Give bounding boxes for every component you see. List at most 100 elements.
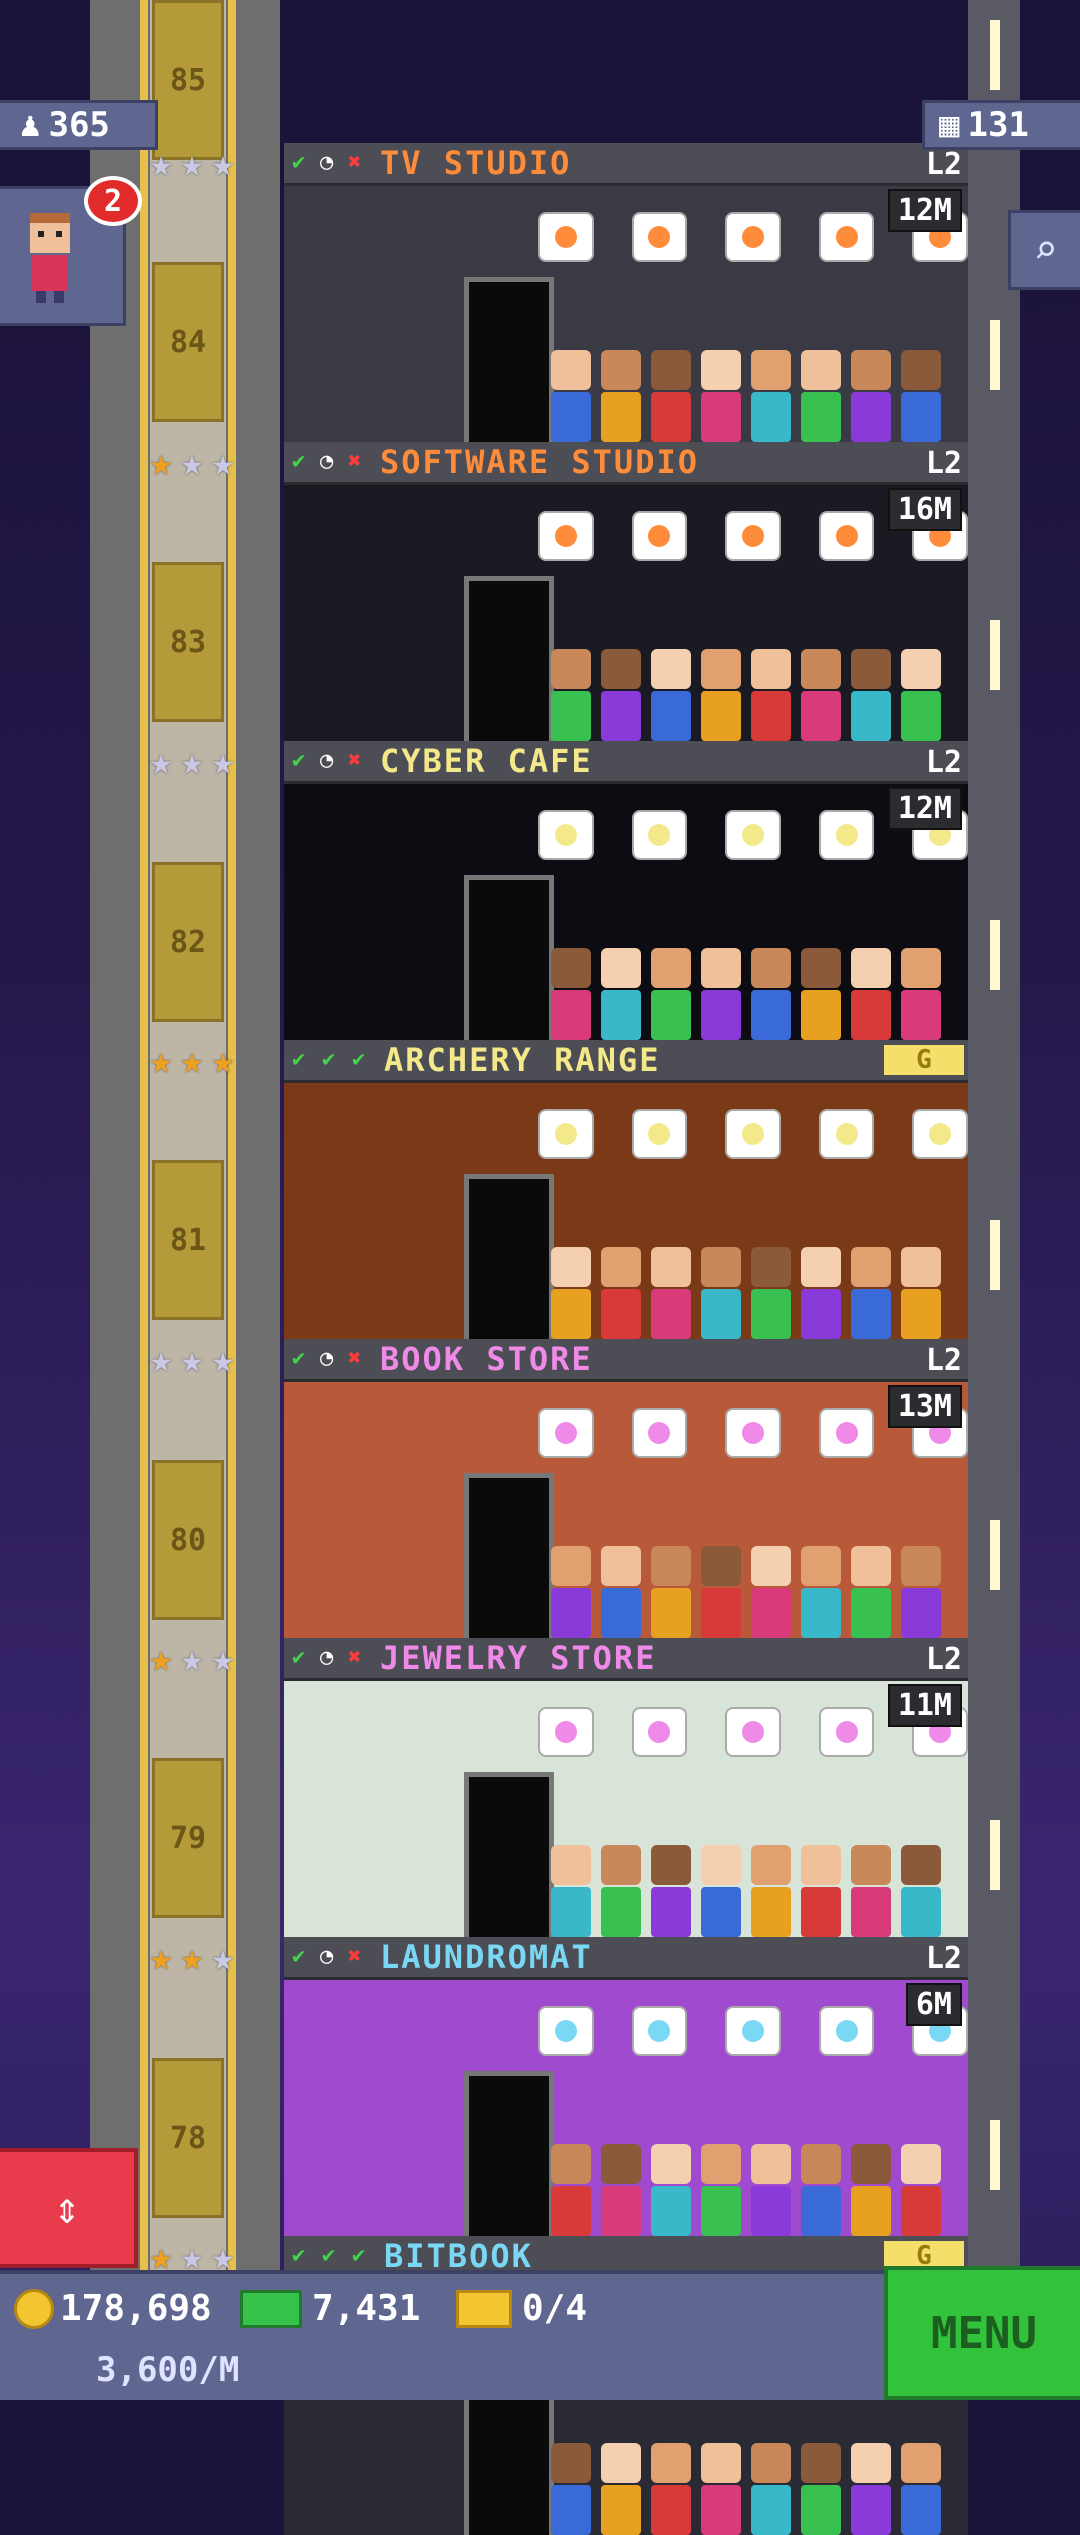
floor-name: ARCHERY RANGE [384, 1041, 661, 1079]
elevator-car[interactable]: 80 [152, 1460, 224, 1620]
product-icon [741, 525, 764, 547]
customer-head [701, 2144, 741, 2184]
floor-archery-range[interactable]: ✔ ✔ ✔ ARCHERY RANGE G [284, 1040, 968, 1339]
customer-sprite [598, 1845, 644, 1937]
customer-head [751, 948, 791, 988]
menu-button[interactable]: MENU [884, 2266, 1080, 2400]
floor-banner[interactable]: ✔ ◔ ✖ SOFTWARE STUDIO L2 [284, 442, 968, 485]
customer-body [601, 2485, 641, 2535]
customer-body [751, 392, 791, 442]
customer-sprite [798, 1546, 844, 1638]
customer-sprite [898, 350, 944, 442]
elevator-car[interactable]: 83 [152, 562, 224, 722]
customer-sprite [748, 948, 794, 1040]
customers-group [548, 631, 968, 741]
customer-body [651, 2485, 691, 2535]
floor-banner[interactable]: ✔ ◔ ✖ CYBER CAFE L2 [284, 741, 968, 784]
floor-level: L2 [925, 1343, 962, 1378]
customer-head [701, 649, 741, 689]
floor-banner[interactable]: ✔ ✔ ✔ ARCHERY RANGE G [284, 1040, 968, 1083]
product-icon [554, 226, 577, 248]
customer-head [601, 948, 641, 988]
product-icon [835, 1422, 858, 1444]
floor-tv-studio[interactable]: ✔ ◔ ✖ TV STUDIO L2 12M [284, 143, 968, 442]
customer-body [801, 691, 841, 741]
customer-sprite [898, 649, 944, 741]
floor-room[interactable] [284, 485, 968, 741]
customer-body [801, 2186, 841, 2236]
floor-room[interactable] [284, 1980, 968, 2236]
customer-body [751, 2186, 791, 2236]
floor-banner[interactable]: ✔ ◔ ✖ JEWELRY STORE L2 [284, 1638, 968, 1681]
customer-body [651, 1588, 691, 1638]
customer-body [651, 990, 691, 1040]
cancel-icon: ✖ [348, 1346, 362, 1371]
golden-level-badge: G [884, 1045, 964, 1075]
floor-room[interactable] [284, 1681, 968, 1937]
customer-body [701, 1289, 741, 1339]
floor-banner[interactable]: ✔ ◔ ✖ LAUNDROMAT L2 [284, 1937, 968, 1980]
customer-head [801, 2443, 841, 2483]
customer-sprite [848, 1546, 894, 1638]
customer-head [801, 948, 841, 988]
elevator-car[interactable]: 84 [152, 262, 224, 422]
clock-icon: ◔ [320, 1944, 334, 1969]
customer-head [751, 649, 791, 689]
tickets-display[interactable]: 0/4 [456, 2288, 587, 2329]
population-value: 365 [48, 105, 110, 145]
product-icon [648, 824, 671, 846]
elevator-car[interactable]: 85 [152, 0, 224, 160]
product-icon [741, 1123, 764, 1145]
floor-banner[interactable]: ✔ ◔ ✖ BOOK STORE L2 [284, 1339, 968, 1382]
customer-head [601, 1546, 641, 1586]
floor-number: 82 [169, 924, 207, 960]
product-icon [741, 1721, 764, 1743]
floor-counter[interactable]: ▦ 131 [922, 100, 1080, 150]
elevator-control-button[interactable]: ⇕ [0, 2148, 138, 2268]
demand-bubble [818, 810, 875, 860]
wall-light [990, 1520, 1000, 1590]
floor-level: L2 [925, 147, 962, 182]
floor-jewelry-store[interactable]: ✔ ◔ ✖ JEWELRY STORE L2 11M [284, 1638, 968, 1937]
product-icon [741, 824, 764, 846]
customer-body [801, 1289, 841, 1339]
elevator-car[interactable]: 78 [152, 2058, 224, 2218]
gold-star-icon: ★ [149, 1935, 173, 1979]
customer-head [601, 1247, 641, 1287]
elevator-car[interactable]: 82 [152, 862, 224, 1022]
check-icon: ✔ [352, 1047, 366, 1072]
floor-room[interactable] [284, 1382, 968, 1638]
wall-light [990, 320, 1000, 390]
customer-body [701, 990, 741, 1040]
wall-light [990, 920, 1000, 990]
customer-head [851, 1546, 891, 1586]
floor-banner[interactable]: ✔ ◔ ✖ TV STUDIO L2 [284, 143, 968, 186]
floor-book-store[interactable]: ✔ ◔ ✖ BOOK STORE L2 13M [284, 1339, 968, 1638]
gold-star-icon: ★ [211, 1038, 235, 1082]
person-icon: ♟ [20, 105, 41, 145]
elevator-car[interactable]: 79 [152, 1758, 224, 1918]
customer-body [851, 1588, 891, 1638]
elevator-car[interactable]: 81 [152, 1160, 224, 1320]
floor-laundromat[interactable]: ✔ ◔ ✖ LAUNDROMAT L2 6M [284, 1937, 968, 2236]
gold-star-icon: ★ [149, 1636, 173, 1680]
search-icon[interactable]: ⌕ [1008, 210, 1080, 290]
floor-number: 79 [169, 1820, 207, 1856]
product-icon [835, 824, 858, 846]
customer-head [651, 649, 691, 689]
floor-cyber-cafe[interactable]: ✔ ◔ ✖ CYBER CAFE L2 12M [284, 741, 968, 1040]
product-icon [741, 226, 764, 248]
bux-display[interactable]: 7,431 [240, 2288, 420, 2329]
customer-head [751, 350, 791, 390]
customer-sprite [648, 350, 694, 442]
floor-room[interactable] [284, 784, 968, 1040]
floor-room[interactable] [284, 186, 968, 442]
floor-software-studio[interactable]: ✔ ◔ ✖ SOFTWARE STUDIO L2 16M [284, 442, 968, 741]
demand-bubble [631, 511, 688, 561]
silver-star-icon: ★ [180, 1337, 204, 1381]
population-counter[interactable]: ♟ 365 [0, 100, 158, 150]
customer-head [551, 1247, 591, 1287]
demand-bubble [538, 810, 594, 860]
customer-body [551, 1588, 591, 1638]
floor-room[interactable] [284, 1083, 968, 1339]
